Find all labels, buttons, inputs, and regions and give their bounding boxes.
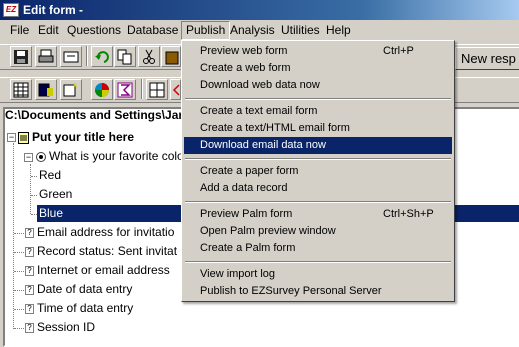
preview-icon bbox=[63, 51, 79, 63]
field-node[interactable]: ? Email address for invitatio bbox=[25, 224, 174, 241]
app-icon: EZ bbox=[3, 3, 19, 17]
question-mark-icon: ? bbox=[25, 227, 34, 238]
title-bar: EZ Edit form - bbox=[0, 0, 519, 20]
menu-item-create-paper-form[interactable]: Create a paper form bbox=[184, 163, 452, 180]
menu-file[interactable]: File bbox=[6, 22, 33, 39]
undo-button[interactable] bbox=[91, 46, 113, 67]
field-label: Session ID bbox=[37, 320, 96, 334]
tree-guide-line bbox=[31, 176, 37, 177]
field-label: Internet or email address bbox=[37, 263, 170, 277]
form-path: C:\Documents and Settings\Jar bbox=[5, 108, 184, 122]
menu-separator bbox=[185, 261, 451, 263]
question-node[interactable]: What is your favorite colo bbox=[49, 148, 184, 165]
chart-button[interactable] bbox=[91, 79, 113, 100]
field-label: Date of data entry bbox=[37, 282, 133, 296]
tree-guide-line bbox=[14, 328, 24, 329]
menu-item-create-palm-form[interactable]: Create a Palm form bbox=[184, 240, 452, 257]
menu-help[interactable]: Help bbox=[322, 22, 355, 39]
menu-item-create-html-email-form[interactable]: Create a text/HTML email form bbox=[184, 120, 452, 137]
field-node[interactable]: ? Internet or email address bbox=[25, 262, 170, 279]
tree-guide-line bbox=[14, 309, 24, 310]
tree-guide-line bbox=[31, 195, 37, 196]
question-mark-icon: ? bbox=[25, 284, 34, 295]
database-button[interactable] bbox=[35, 79, 57, 100]
tree-guide-line bbox=[14, 271, 24, 272]
cut-button[interactable] bbox=[138, 46, 160, 67]
arrow-left-icon bbox=[173, 84, 180, 96]
question-mark-icon: ? bbox=[25, 322, 34, 333]
copy-button[interactable] bbox=[114, 46, 136, 67]
toolbar-separator bbox=[86, 46, 88, 66]
window-title: Edit form - bbox=[23, 3, 83, 17]
menu-item-download-email-data[interactable]: Download email data now bbox=[184, 137, 452, 154]
sum-button[interactable] bbox=[114, 79, 136, 100]
menu-database[interactable]: Database bbox=[123, 22, 182, 39]
undo-icon bbox=[95, 51, 109, 63]
tree-guide-line bbox=[30, 164, 31, 214]
collapse-title-toggle[interactable]: − bbox=[7, 133, 16, 142]
form-title-node[interactable]: Put your title here bbox=[18, 129, 134, 146]
layout-icon bbox=[149, 82, 165, 98]
tree-guide-line bbox=[14, 233, 24, 234]
menu-item-preview-palm-form[interactable]: Preview Palm form Ctrl+Sh+P bbox=[184, 206, 452, 223]
new-record-icon bbox=[63, 83, 77, 97]
printer-icon bbox=[38, 49, 54, 63]
new-record-button[interactable] bbox=[60, 79, 82, 100]
menu-utilities[interactable]: Utilities bbox=[277, 22, 324, 39]
back-button[interactable] bbox=[170, 79, 181, 100]
field-node[interactable]: ? Date of data entry bbox=[25, 281, 132, 298]
option-green[interactable]: Green bbox=[39, 186, 72, 203]
field-node[interactable]: ? Time of data entry bbox=[25, 300, 133, 317]
layout-button[interactable] bbox=[146, 79, 168, 100]
save-button[interactable] bbox=[10, 46, 32, 67]
field-node[interactable]: ? Record status: Sent invitat bbox=[25, 243, 177, 260]
menu-separator bbox=[185, 158, 451, 160]
menu-separator bbox=[185, 98, 451, 100]
menu-item-preview-web-form[interactable]: Preview web form Ctrl+P bbox=[184, 43, 452, 60]
publish-menu: Preview web form Ctrl+P Create a web form… bbox=[181, 40, 455, 302]
menu-item-create-web-form[interactable]: Create a web form bbox=[184, 60, 452, 77]
field-node[interactable]: ? Session ID bbox=[25, 319, 95, 336]
field-label: Time of data entry bbox=[37, 301, 134, 315]
question-mark-icon: ? bbox=[25, 265, 34, 276]
question-mark-icon: ? bbox=[25, 246, 34, 257]
tree-guide-line bbox=[13, 143, 14, 329]
menu-item-view-import-log[interactable]: View import log bbox=[184, 266, 452, 283]
menu-publish[interactable]: Publish bbox=[181, 21, 231, 40]
toolbar-separator bbox=[141, 79, 143, 99]
field-label: Email address for invitatio bbox=[37, 225, 175, 239]
preview-button[interactable] bbox=[60, 46, 82, 67]
pie-chart-icon bbox=[95, 83, 109, 97]
menu-separator bbox=[185, 201, 451, 203]
new-response-button[interactable]: New resp bbox=[455, 47, 519, 70]
menu-questions[interactable]: Questions bbox=[63, 22, 125, 39]
clipboard-icon bbox=[165, 51, 179, 65]
grid-button[interactable] bbox=[10, 79, 32, 100]
option-red[interactable]: Red bbox=[39, 167, 61, 184]
menu-item-create-text-email-form[interactable]: Create a text email form bbox=[184, 103, 452, 120]
document-icon bbox=[18, 131, 29, 144]
sigma-icon bbox=[117, 82, 133, 98]
floppy-icon bbox=[14, 50, 28, 64]
collapse-question-toggle[interactable]: − bbox=[24, 153, 33, 162]
menu-item-download-web-data[interactable]: Download web data now bbox=[184, 77, 452, 94]
question-mark-icon: ? bbox=[25, 303, 34, 314]
paste-button[interactable] bbox=[161, 46, 181, 67]
menu-item-add-data-record[interactable]: Add a data record bbox=[184, 180, 452, 197]
radio-question-icon bbox=[36, 152, 46, 162]
field-label: Record status: Sent invitat bbox=[37, 244, 178, 258]
form-title-text: Put your title here bbox=[32, 130, 135, 144]
menu-edit[interactable]: Edit bbox=[34, 22, 63, 39]
tree-guide-line bbox=[14, 290, 24, 291]
menu-item-open-palm-preview[interactable]: Open Palm preview window bbox=[184, 223, 452, 240]
print-button[interactable] bbox=[35, 46, 57, 67]
grid-icon bbox=[13, 82, 29, 98]
copy-icon bbox=[117, 49, 132, 65]
menu-item-publish-personal-server[interactable]: Publish to EZSurvey Personal Server bbox=[184, 283, 452, 300]
menu-bar: File Edit Questions Database Publish Ana… bbox=[0, 21, 519, 40]
scissors-icon bbox=[143, 49, 155, 64]
menu-analysis[interactable]: Analysis bbox=[226, 22, 279, 39]
database-icon bbox=[38, 83, 53, 97]
tree-guide-line bbox=[14, 252, 24, 253]
